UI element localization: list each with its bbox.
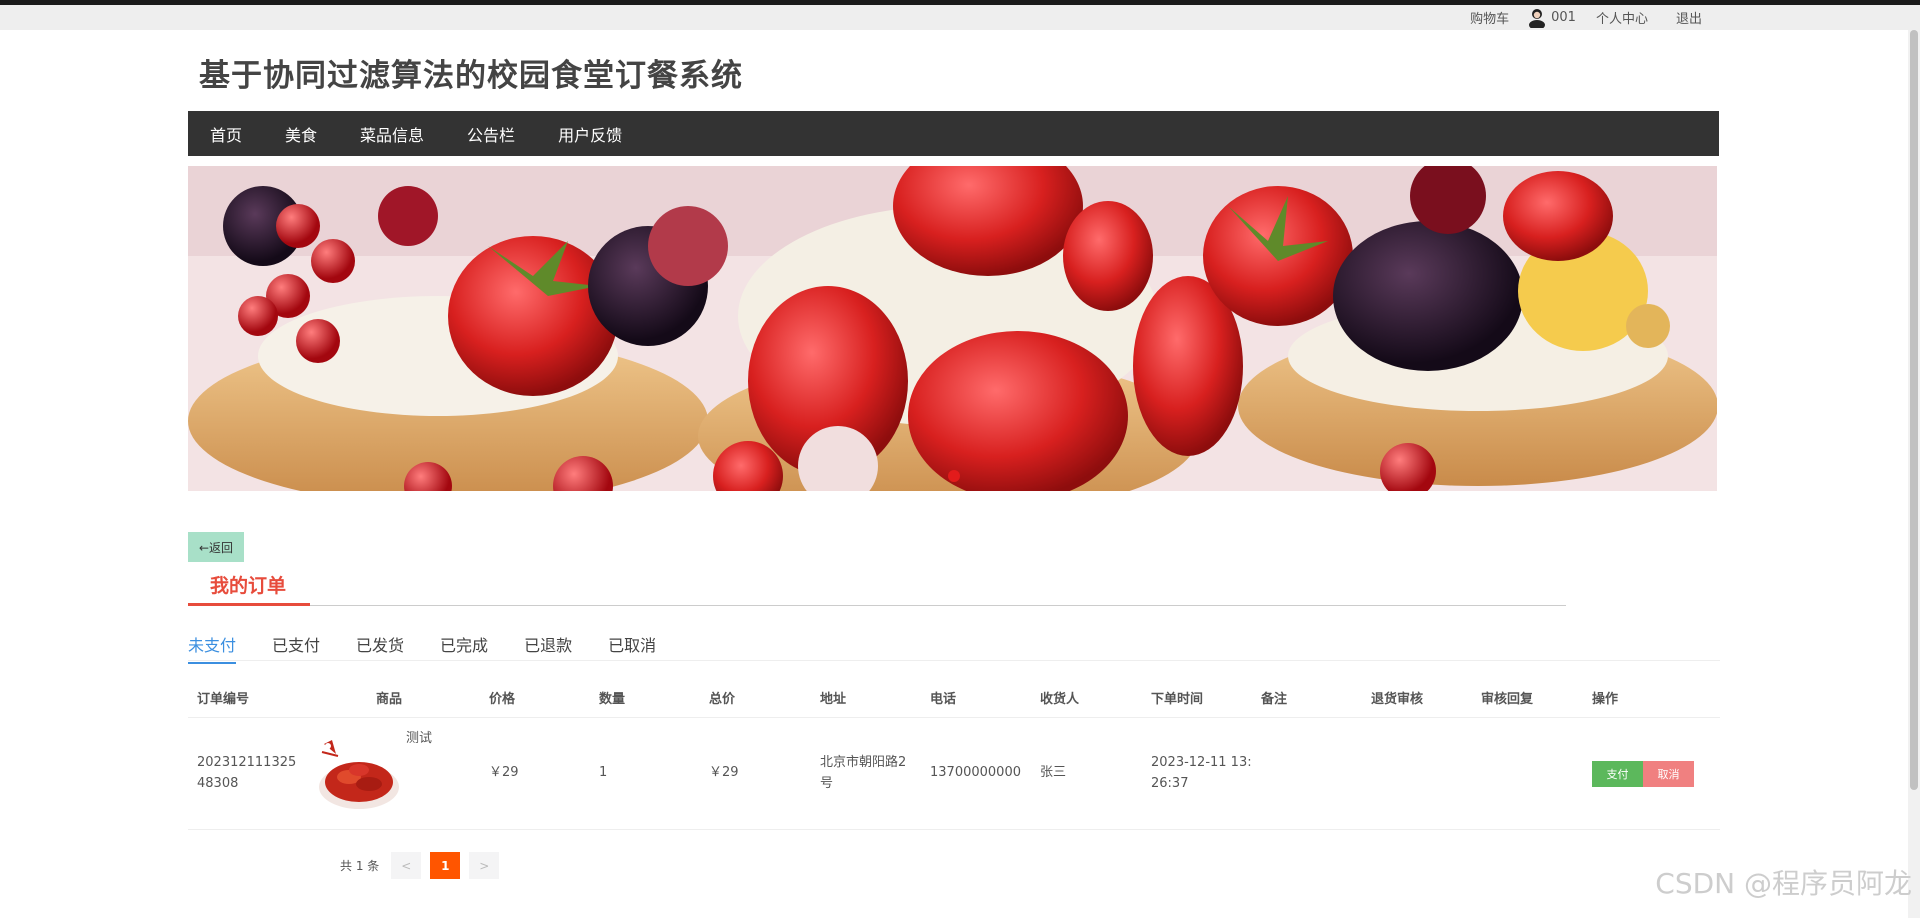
price-value: ￥29 — [489, 765, 519, 780]
banner-carousel[interactable] — [188, 166, 1717, 491]
cart-link[interactable]: 购物车 — [1470, 8, 1509, 27]
product-name[interactable]: 测试 — [406, 728, 432, 749]
header-order-time: 下单时间 — [1151, 692, 1204, 707]
table-row: 202312111325 48308 测试 ￥29 1 ￥29 北京市朝阳路2 … — [188, 718, 1720, 830]
total-value: ￥29 — [709, 765, 739, 780]
header-note: 备注 — [1261, 692, 1288, 707]
order-number: 202312111325 48308 — [197, 755, 297, 791]
orders-table-header: 订单编号 商品 价格 数量 总价 地址 电话 收货人 下单时间 备注 退货审核 … — [188, 680, 1720, 718]
header-order-no: 订单编号 — [197, 692, 250, 707]
header-receiver: 收货人 — [1040, 692, 1080, 707]
orders-title-underline — [188, 603, 310, 606]
nav-item-notice[interactable]: 公告栏 — [467, 122, 515, 146]
crayfish-dish-icon — [319, 740, 399, 809]
header-quantity: 数量 — [599, 692, 626, 707]
header-review-reply: 审核回复 — [1481, 692, 1534, 707]
pagination: 共 1 条 < 1 > — [340, 852, 508, 879]
username-link[interactable]: 001 — [1551, 10, 1576, 25]
header-actions: 操作 — [1592, 692, 1619, 707]
orders-divider — [188, 605, 1566, 606]
product-image[interactable] — [314, 732, 404, 814]
tabs-divider — [188, 660, 1720, 661]
site-title: 基于协同过滤算法的校园食堂订餐系统 — [199, 58, 743, 94]
back-button[interactable]: ←返回 — [188, 532, 244, 562]
carousel-dot-active[interactable] — [948, 470, 960, 482]
nav-item-dishes[interactable]: 菜品信息 — [360, 122, 424, 146]
pagination-next-button[interactable]: > — [469, 852, 500, 879]
pagination-page-1[interactable]: 1 — [430, 852, 461, 879]
header-price: 价格 — [489, 692, 516, 707]
pay-button[interactable]: 支付 — [1592, 761, 1643, 787]
page-scrollbar[interactable] — [1908, 30, 1920, 918]
header-product: 商品 — [376, 692, 403, 707]
pagination-prev-button[interactable]: < — [391, 852, 422, 879]
top-bar: 购物车 001 个人中心 退出 — [0, 5, 1920, 30]
main-nav: 首页 美食 菜品信息 公告栏 用户反馈 — [188, 111, 1719, 156]
row-divider — [188, 829, 1720, 830]
watermark: CSDN @程序员阿龙 — [1655, 867, 1912, 900]
header-phone: 电话 — [930, 692, 957, 707]
logout-link[interactable]: 退出 — [1676, 8, 1702, 27]
receiver-value: 张三 — [1040, 765, 1067, 780]
header-total: 总价 — [709, 692, 736, 707]
header-return-review: 退货审核 — [1371, 692, 1424, 707]
order-time-value: 2023-12-11 13: 26:37 — [1151, 755, 1252, 791]
cancel-button[interactable]: 取消 — [1643, 761, 1694, 787]
top-links: 购物车 001 个人中心 退出 — [1470, 5, 1702, 30]
address-value: 北京市朝阳路2 号 — [820, 755, 907, 791]
quantity-value: 1 — [599, 765, 608, 780]
orders-title: 我的订单 — [210, 575, 287, 597]
header-address: 地址 — [820, 692, 847, 707]
user-center-link[interactable]: 个人中心 — [1596, 8, 1648, 27]
scrollbar-thumb[interactable] — [1910, 30, 1918, 790]
nav-item-home[interactable]: 首页 — [210, 122, 242, 146]
nav-item-food[interactable]: 美食 — [285, 122, 317, 146]
pagination-total: 共 1 条 — [340, 859, 380, 873]
banner-image — [188, 166, 1717, 491]
phone-value: 13700000000 — [930, 765, 1021, 780]
nav-item-feedback[interactable]: 用户反馈 — [558, 122, 622, 146]
user-avatar-icon[interactable] — [1527, 8, 1547, 30]
